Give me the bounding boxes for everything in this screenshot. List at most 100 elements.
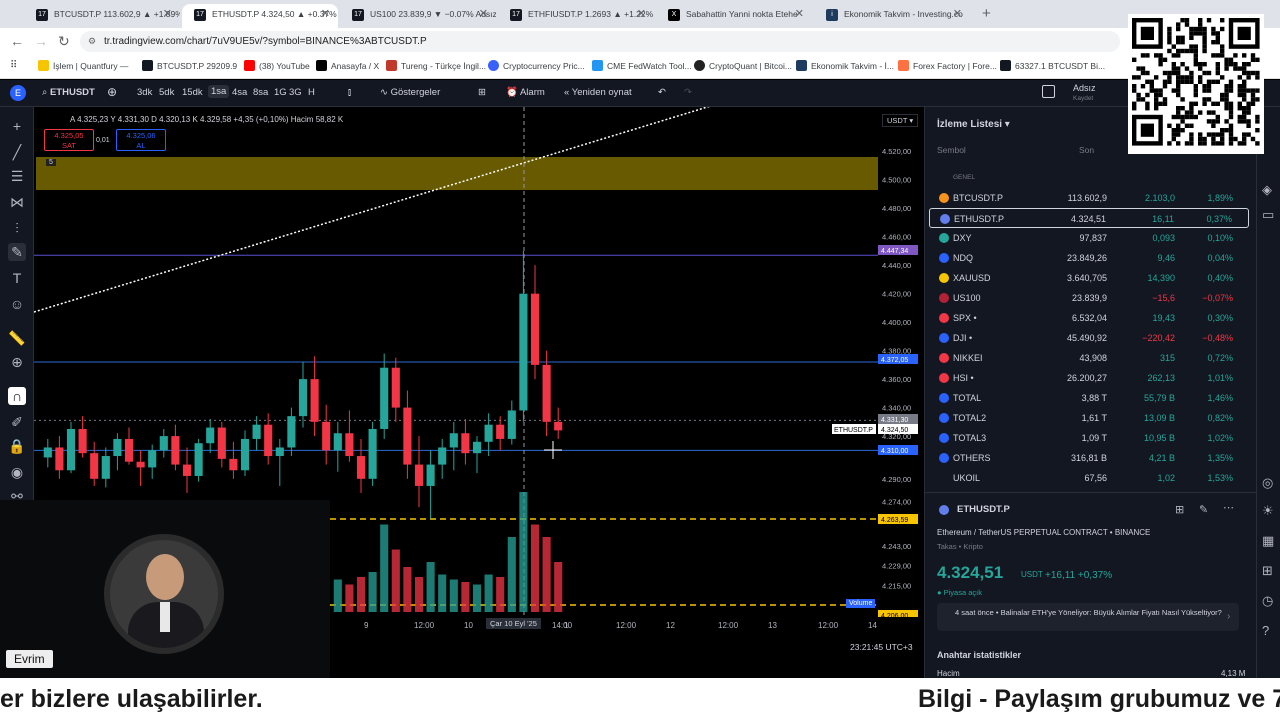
layers-icon[interactable]: ◈	[1262, 182, 1272, 198]
watchlist-row[interactable]: XAUUSD 3.640,705 14,390 0,40%	[929, 268, 1249, 288]
more-icon[interactable]: ⋯	[1223, 501, 1234, 514]
magnet-icon[interactable]: ∩	[8, 387, 26, 405]
watchlist-title[interactable]: İzleme Listesi ▾	[937, 119, 1010, 130]
apps-icon[interactable]: ⠿	[10, 60, 17, 71]
symbol-search-button[interactable]: ⌕ ETHUSDT	[42, 87, 95, 98]
browser-tab[interactable]: i Ekonomik Takvim - Investing.co ✕	[814, 4, 970, 28]
reload-icon[interactable]: ↻	[58, 33, 70, 50]
watchlist-row[interactable]: TOTAL3 1,09 T 10,95 B 1,02%	[929, 428, 1249, 448]
browser-tab[interactable]: 17 BTCUSDT.P 113.602,9 ▲ +1.89% ✕	[24, 4, 180, 28]
grid-icon[interactable]: ⊞	[1175, 503, 1184, 516]
bookmark[interactable]: Anasayfa / X	[316, 60, 379, 71]
back-icon[interactable]: ←	[10, 33, 24, 49]
redo-icon[interactable]: ↷	[684, 87, 692, 98]
interval-h[interactable]: H	[308, 87, 315, 98]
target-icon[interactable]: ◎	[1262, 475, 1273, 491]
browser-tab[interactable]: 17 US100 23.839,9 ▼ −0.07% Adsız ✕	[340, 4, 496, 28]
compare-add-icon[interactable]: ⊕	[107, 85, 117, 99]
qr-module	[1215, 141, 1220, 146]
bookmark[interactable]: Ekonomik Takvim - İ...	[796, 60, 894, 71]
trendline-icon[interactable]: ╱	[8, 143, 26, 161]
layouts-icon[interactable]: ⊞	[478, 87, 486, 98]
bookmark[interactable]: Forex Factory | Fore...	[898, 60, 997, 71]
url-input[interactable]: ⚙ tr.tradingview.com/chart/7uV9UE5v/?symb…	[80, 31, 1120, 52]
news-item[interactable]: 4 saat önce • Balinalar ETH'ye Yöneliyor…	[937, 603, 1239, 631]
layout-name-button[interactable]: Adsız	[1073, 83, 1096, 93]
interval-1sa[interactable]: 1sa	[208, 85, 230, 98]
currency-select[interactable]: USDT ▾	[882, 114, 919, 127]
new-tab-icon[interactable]: +	[982, 5, 991, 22]
watchlist-row[interactable]: TOTAL 3,88 T 55,79 B 1,46%	[929, 388, 1249, 408]
interval-8sa[interactable]: 8sa	[253, 87, 268, 98]
forward-icon[interactable]: →	[34, 33, 48, 49]
interval-3dk[interactable]: 3dk	[137, 87, 152, 98]
chat-icon[interactable]: ▭	[1262, 207, 1274, 223]
alarm-button[interactable]: ⏰ Alarm	[506, 87, 545, 98]
close-icon[interactable]: ✕	[953, 4, 962, 24]
site-info-icon[interactable]: ⚙	[88, 31, 96, 52]
projection-icon[interactable]: ⫶	[8, 219, 26, 237]
calendar-icon[interactable]: ▦	[1262, 533, 1274, 549]
emoji-icon[interactable]: ☺	[8, 295, 26, 313]
brush-icon[interactable]: ✎	[8, 243, 26, 261]
bookmark[interactable]: İşlem | Quantfury —	[38, 60, 128, 71]
lightbulb-icon[interactable]: ☀	[1262, 503, 1274, 519]
interval-5dk[interactable]: 5dk	[159, 87, 174, 98]
bookmark[interactable]: CME FedWatch Tool...	[592, 60, 692, 71]
browser-tab[interactable]: X Sabahattin Yanni nokta Etehe ✕	[656, 4, 812, 28]
watchlist-row[interactable]: ETHUSDT.P 4.324,51 16,11 0,37%	[929, 208, 1249, 228]
edit-icon[interactable]: ✎	[1199, 503, 1208, 516]
lock-icon[interactable]: 🔒	[8, 437, 26, 455]
watchlist-row[interactable]: TOTAL2 1,61 T 13,09 B 0,82%	[929, 408, 1249, 428]
sell-button[interactable]: 4.325,05 SAT	[44, 129, 94, 151]
watchlist-row[interactable]: HSI • 26.200,27 262,13 1,01%	[929, 368, 1249, 388]
eye-icon[interactable]: ◉	[8, 463, 26, 481]
zoom-icon[interactable]: ⊕	[8, 353, 26, 371]
watchlist-row[interactable]: OTHERS 316,81 B 4,21 B 1,35%	[929, 448, 1249, 468]
candle-type-icon[interactable]: ⫾	[348, 87, 351, 98]
bookmark[interactable]: Tureng - Türkçe İngil...	[386, 60, 486, 71]
interval-4sa[interactable]: 4sa	[232, 87, 247, 98]
qr-module	[1250, 136, 1256, 142]
undo-icon[interactable]: ↶	[658, 87, 666, 98]
notification-icon[interactable]: ◷	[1262, 593, 1273, 609]
indicators-button[interactable]: ∿ Göstergeler	[380, 87, 440, 98]
watchlist-row[interactable]: UKOIL 67,56 1,02 1,53%	[929, 468, 1249, 488]
interval-15dk[interactable]: 15dk	[182, 87, 203, 98]
watchlist-row[interactable]: SPX • 6.532,04 19,43 0,30%	[929, 308, 1249, 328]
close-icon[interactable]: ✕	[637, 4, 646, 24]
pencil-lock-icon[interactable]: ✐	[8, 413, 26, 431]
close-icon[interactable]: ✕	[479, 4, 488, 24]
close-icon[interactable]: ✕	[321, 4, 330, 24]
replay-button[interactable]: « Yeniden oynat	[564, 87, 632, 98]
investing-icon	[796, 60, 807, 71]
fullscreen-icon[interactable]	[1042, 85, 1055, 98]
help-icon[interactable]: ?	[1262, 623, 1269, 638]
browser-tab[interactable]: 17 ETHFIUSDT.P 1.2693 ▲ +1.22% ✕	[498, 4, 654, 28]
close-icon[interactable]: ✕	[163, 4, 172, 24]
watchlist-row[interactable]: DXY 97,837 0,093 0,10%	[929, 228, 1249, 248]
text-icon[interactable]: T	[8, 269, 26, 287]
section-header[interactable]: GENEL	[953, 174, 975, 181]
account-avatar[interactable]: E	[10, 85, 26, 101]
bookmark[interactable]: CryptoQuant | Bitcoi...	[694, 60, 792, 71]
watchlist-row[interactable]: US100 23.839,9 −15,6 −0,07%	[929, 288, 1249, 308]
close-icon[interactable]: ✕	[795, 4, 804, 24]
watchlist-row[interactable]: NIKKEI 43,908 315 0,72%	[929, 348, 1249, 368]
bookmark[interactable]: 63327.1 BTCUSDT Bi...	[1000, 60, 1105, 71]
interval-1g[interactable]: 1G	[274, 87, 287, 98]
ruler-icon[interactable]: 📏	[8, 329, 26, 347]
bookmark[interactable]: Cryptocurrency Pric...	[488, 60, 585, 71]
buy-button[interactable]: 4.325,06 AL	[116, 129, 166, 151]
browser-tab[interactable]: 17 ETHUSDT.P 4.324,50 ▲ +0.37% ✕	[182, 4, 338, 28]
pattern-icon[interactable]: ⋈	[8, 193, 26, 211]
grid-apps-icon[interactable]: ⊞	[1262, 563, 1273, 579]
bookmark[interactable]: BTCUSDT.P 29209.9	[142, 60, 237, 71]
watchlist-row[interactable]: BTCUSDT.P 113.602,9 2.103,0 1,89%	[929, 188, 1249, 208]
crosshair-icon[interactable]: +	[8, 117, 26, 135]
watchlist-row[interactable]: NDQ 23.849,26 9,46 0,04%	[929, 248, 1249, 268]
bookmark[interactable]: (38) YouTube	[244, 60, 310, 71]
interval-3g[interactable]: 3G	[289, 87, 302, 98]
fib-icon[interactable]: ☰	[8, 167, 26, 185]
watchlist-row[interactable]: DJI • 45.490,92 −220,42 −0,48%	[929, 328, 1249, 348]
